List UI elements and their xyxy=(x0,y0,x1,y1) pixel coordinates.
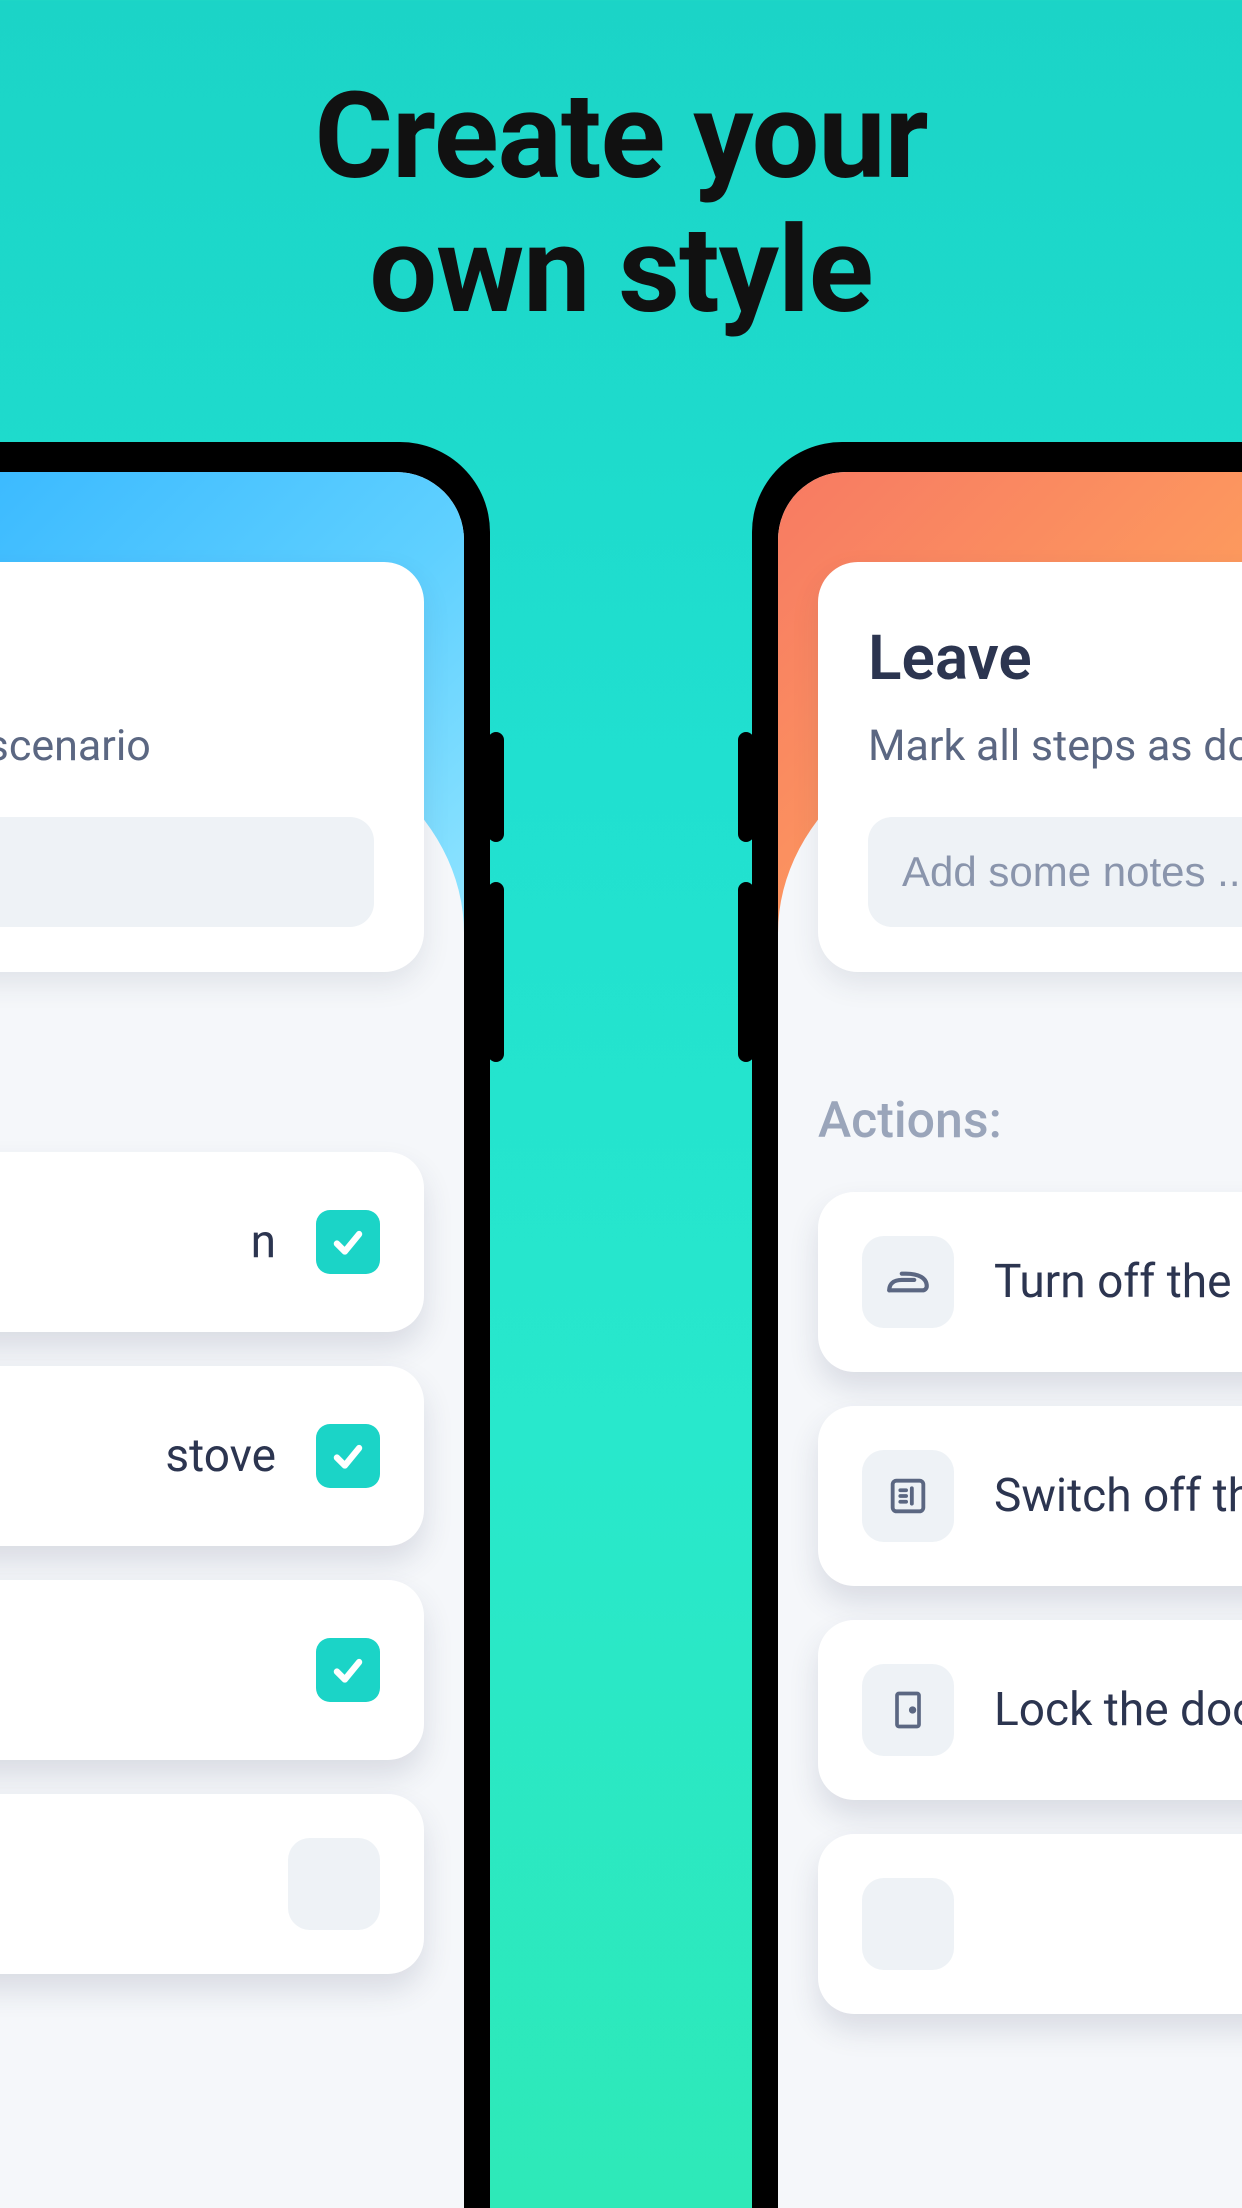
action-row[interactable] xyxy=(0,1794,424,1974)
scenario-title: Home xyxy=(0,622,374,695)
check-icon xyxy=(329,1223,367,1261)
action-row[interactable]: Turn off the iro xyxy=(818,1192,1242,1372)
notes-input[interactable] xyxy=(868,817,1242,927)
action-row[interactable]: Lock the door xyxy=(818,1620,1242,1800)
phone-side-button xyxy=(738,882,754,1062)
action-icon-slot xyxy=(862,1450,954,1542)
scenario-title: Leave xyxy=(868,622,1242,695)
action-row[interactable]: n xyxy=(0,1152,424,1332)
action-row[interactable]: stove xyxy=(0,1366,424,1546)
notes-input[interactable] xyxy=(0,817,374,927)
phone-side-button xyxy=(738,732,754,842)
action-checkbox[interactable] xyxy=(316,1210,380,1274)
check-icon xyxy=(329,1651,367,1689)
phone-side-button xyxy=(488,882,504,1062)
action-checkbox[interactable] xyxy=(316,1424,380,1488)
action-label: stove xyxy=(0,1429,276,1483)
action-label: Lock the door xyxy=(994,1683,1242,1737)
scenario-card: Leave Mark all steps as do xyxy=(818,562,1242,972)
action-label: n xyxy=(0,1215,276,1269)
phone-mockup-left: Home ne to finish scenario n stove xyxy=(0,442,490,2208)
action-icon-slot xyxy=(862,1236,954,1328)
action-label: Switch off the s xyxy=(994,1469,1242,1523)
action-icon-slot xyxy=(862,1664,954,1756)
phone-screen-left: Home ne to finish scenario n stove xyxy=(0,472,464,2208)
scenario-subtitle: Mark all steps as do xyxy=(868,721,1242,771)
check-icon xyxy=(329,1437,367,1475)
action-label: Turn off the iro xyxy=(994,1255,1242,1309)
marketing-headline: Create your own style xyxy=(0,70,1242,339)
door-icon xyxy=(886,1688,930,1732)
scenario-card: Home ne to finish scenario xyxy=(0,562,424,972)
section-label-actions: Actions: xyxy=(818,1092,1002,1150)
actions-list: n stove xyxy=(0,1152,424,1974)
actions-list: Turn off the iro Switch off the s Lock t… xyxy=(818,1192,1242,2014)
stove-icon xyxy=(885,1473,931,1519)
phone-side-button xyxy=(488,732,504,842)
iron-icon xyxy=(883,1257,933,1307)
phone-mockup-right: Leave Mark all steps as do Actions: Turn… xyxy=(752,442,1242,2208)
headline-line-1: Create your xyxy=(314,67,927,207)
action-row[interactable]: Switch off the s xyxy=(818,1406,1242,1586)
action-icon-slot xyxy=(862,1878,954,1970)
headline-line-2: own style xyxy=(369,201,872,341)
action-row[interactable] xyxy=(818,1834,1242,2014)
action-row[interactable] xyxy=(0,1580,424,1760)
action-icon-slot xyxy=(288,1838,380,1930)
action-checkbox[interactable] xyxy=(316,1638,380,1702)
phone-screen-right: Leave Mark all steps as do Actions: Turn… xyxy=(778,472,1242,2208)
scenario-subtitle: ne to finish scenario xyxy=(0,721,374,771)
